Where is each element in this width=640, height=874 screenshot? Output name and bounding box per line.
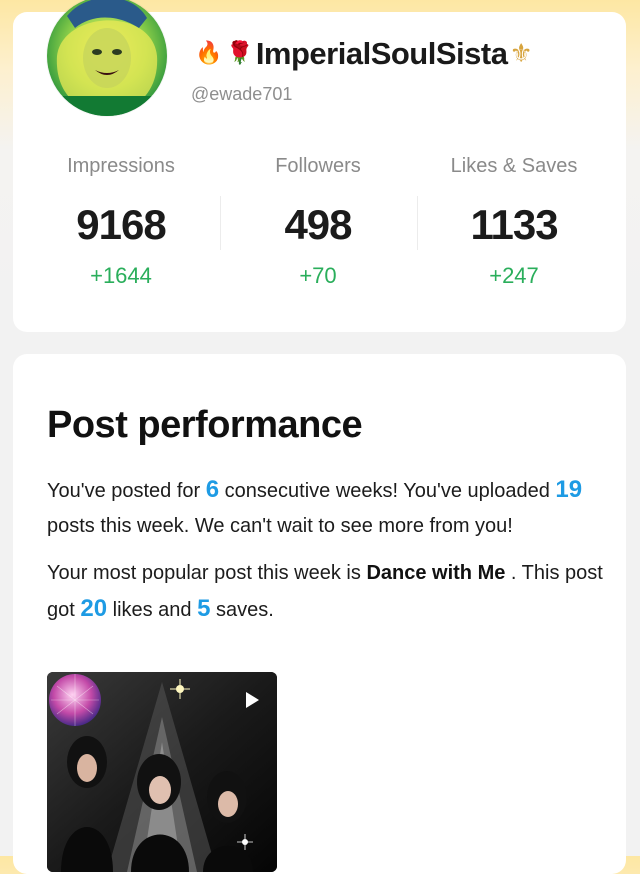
text-fragment: consecutive weeks! You've uploaded bbox=[219, 480, 556, 502]
text-fragment: Your most popular post this week is bbox=[47, 562, 367, 584]
posts-count: 19 bbox=[555, 476, 583, 503]
likes-count: 20 bbox=[80, 595, 108, 622]
avatar[interactable] bbox=[47, 0, 167, 116]
consecutive-weeks-count: 6 bbox=[205, 476, 220, 503]
avatar-image bbox=[47, 0, 167, 116]
popular-post-text: Your most popular post this week is Danc… bbox=[47, 556, 607, 628]
play-icon bbox=[246, 692, 259, 708]
rose-emoji-icon: 🌹 bbox=[226, 41, 254, 66]
section-title: Post performance bbox=[47, 404, 363, 446]
stat-value: 498 bbox=[284, 201, 352, 248]
stats-row: Impressions 9168 +1644 Followers 498 +70… bbox=[13, 150, 626, 300]
text-fragment: saves. bbox=[210, 599, 274, 621]
popular-post-thumbnail[interactable] bbox=[47, 672, 277, 872]
video-thumbnail-image bbox=[47, 672, 277, 872]
stat-value: 9168 bbox=[76, 201, 166, 248]
posting-streak-text: You've posted for 6 consecutive weeks! Y… bbox=[47, 472, 607, 544]
user-handle: @ewade701 bbox=[191, 84, 293, 104]
stat-impressions[interactable]: Impressions 9168 +1644 bbox=[23, 150, 219, 290]
display-name-row: 🔥 🌹 ImperialSoulSista ⚜ bbox=[195, 34, 533, 74]
stat-delta: +70 bbox=[299, 263, 337, 288]
stat-value: 1133 bbox=[470, 201, 558, 248]
fleur-de-lis-icon: ⚜ bbox=[509, 39, 533, 69]
stat-label: Impressions bbox=[67, 155, 175, 177]
text-fragment: You've posted for bbox=[47, 480, 206, 502]
stat-delta: +247 bbox=[489, 263, 539, 288]
popular-post-name: Dance with Me bbox=[366, 562, 506, 584]
stat-followers[interactable]: Followers 498 +70 bbox=[220, 150, 416, 290]
post-performance-card: Post performance You've posted for 6 con… bbox=[13, 354, 626, 874]
saves-count: 5 bbox=[197, 595, 211, 622]
stat-delta: +1644 bbox=[90, 263, 152, 288]
text-fragment: posts this week. We can't wait to see mo… bbox=[47, 515, 513, 537]
stat-likes-saves[interactable]: Likes & Saves 1133 +247 bbox=[416, 150, 612, 290]
profile-card: 🔥 🌹 ImperialSoulSista ⚜ @ewade701 Impres… bbox=[13, 0, 626, 332]
fire-emoji-icon: 🔥 bbox=[195, 41, 223, 66]
display-name: ImperialSoulSista bbox=[255, 36, 508, 71]
stat-label: Likes & Saves bbox=[450, 155, 578, 177]
text-fragment: likes and bbox=[107, 599, 198, 621]
stat-label: Followers bbox=[275, 155, 361, 177]
